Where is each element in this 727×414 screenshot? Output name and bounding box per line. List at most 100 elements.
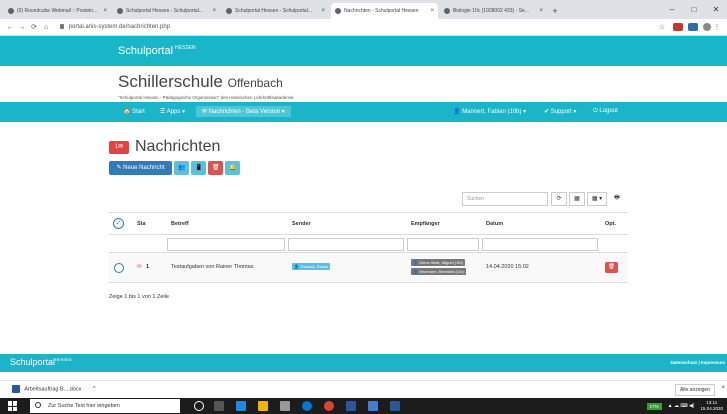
nav-apps[interactable]: ☰ Apps ▾ [160,108,185,115]
school-name: Schillerschule Offenbach [118,72,283,91]
download-bar: Arbeitsauftrag B....docx ^ Alle anzeigen… [0,380,727,398]
new-tab-button[interactable]: + [549,3,561,19]
filter-date-input[interactable] [482,238,598,251]
nav-start[interactable]: 🏠 Start [123,108,145,115]
table-search-input[interactable]: Suchen [462,192,548,206]
extension-icon[interactable] [688,23,698,31]
message-toolbar: ✎ Neue Nachricht 👥 📱 🗑 🔔 [109,161,242,175]
browser-tab-roundcube[interactable]: (0) Roundcube Webmail :: Postein... × [4,3,111,19]
print-button[interactable]: 🖶 [609,192,625,206]
recipient-label: 👤 Demo Walz, Miguel (10f) [411,259,465,266]
footer-logo[interactable]: SchulportalHESSEN [10,357,71,367]
portal-header: Schulportal HESSEN [0,36,727,66]
column-header-status[interactable]: Sta [137,221,146,227]
tab-close-icon[interactable]: × [539,8,543,14]
cortana-icon[interactable] [194,401,204,411]
mail-app-icon[interactable] [302,401,312,411]
word-icon[interactable] [346,401,356,411]
task-view-icon[interactable] [214,401,224,411]
close-window-icon[interactable]: ✕ [705,0,727,19]
search-icon [35,402,41,408]
tab-label: Biologie 10c (1028002 433) - Se... [453,8,529,14]
chevron-up-icon[interactable]: ^ [93,386,96,392]
columns-toggle-button[interactable]: ▦ [569,192,585,206]
minimize-icon[interactable]: – [661,0,683,19]
show-all-downloads-button[interactable]: Alle anzeigen [674,384,715,396]
row-date: 14.04.2020 15:02 [486,264,529,270]
store-icon[interactable] [280,401,290,411]
close-download-bar-icon[interactable]: × [721,385,725,391]
nav-logout[interactable]: ⏻ Logout [593,108,618,115]
file-explorer-icon[interactable] [258,401,268,411]
column-header-recipient[interactable]: Empfänger [411,221,440,227]
footer-links[interactable]: Datenschutz | Impressum [670,360,725,365]
browser-tab-nachrichten[interactable]: Nachrichten - Schulportal Hessen × [331,3,438,19]
nav-user-menu[interactable]: 👤 Mannert, Fabian (10b) ▾ [453,108,526,115]
nav-messages[interactable]: ✉ Nachrichten - Beta Version ▾ [196,106,291,117]
table-row[interactable]: ✉ 1 Testaufgaben von Rainer Thomas 👤 Tho… [109,253,628,283]
nav-support[interactable]: ✔ Support ▾ [544,108,576,115]
table-header-row: ✓ Sta Betreff Sender Empfänger Datum Opt… [109,213,628,235]
forward-icon[interactable]: → [16,24,28,31]
row-sender: 👤 Thomas, Rainer [292,263,331,270]
url-field[interactable]: portal.anis-system.de/nachrichten.php [60,23,656,30]
browser-tab-biologie[interactable]: Biologie 10c (1028002 433) - Se... × [440,3,547,19]
menu-kebab-icon[interactable]: ⋮ [711,23,723,31]
row-subject[interactable]: Testaufgaben von Rainer Thomas [171,264,253,270]
extension-icon[interactable] [673,23,683,31]
home-icon[interactable]: ⌂ [40,24,52,31]
site-footer: SchulportalHESSEN Datenschutz | Impressu… [0,354,727,372]
portal-logo[interactable]: Schulportal HESSEN [118,45,196,57]
browser-tab-schulportal-1[interactable]: Schulportal Hessen - Schulportal... × [113,3,220,19]
word-file-icon [12,385,20,393]
reload-icon[interactable]: ⟳ [28,23,40,31]
tab-label: Nachrichten - Schulportal Hessen [344,8,419,14]
tab-close-icon[interactable]: × [321,8,325,14]
notification-button[interactable]: 🔔 [225,161,240,175]
column-header-sender[interactable]: Sender [292,221,311,227]
back-icon[interactable]: ← [4,24,16,31]
filter-recipient-input[interactable] [407,238,479,251]
refresh-button[interactable]: ⟳ [551,192,567,206]
profile-avatar-icon[interactable] [703,23,711,31]
tab-close-icon[interactable]: × [212,8,216,14]
lock-icon [60,23,64,29]
row-delete-button[interactable]: 🗑 [605,262,618,273]
tab-close-icon[interactable]: × [103,8,107,14]
photos-icon[interactable] [368,401,378,411]
tab-favicon-icon [226,8,232,14]
chrome-icon[interactable] [324,401,334,411]
bookmark-star-icon[interactable]: ☆ [656,23,668,31]
export-dropdown-button[interactable]: ▦ ▾ [587,192,607,206]
row-recipients: 👤 Demo Walz, Miguel (10f) 👤 Neumann, Ben… [411,259,467,277]
taskbar-clock[interactable]: 13:11 15.04.2020 [700,400,723,412]
download-item[interactable]: Arbeitsauftrag B....docx ^ [12,385,96,393]
tab-favicon-icon [335,8,341,14]
delete-button[interactable]: 🗑 [208,161,223,175]
column-header-subject[interactable]: Betreff [171,221,189,227]
edge-icon[interactable] [236,401,246,411]
school-header: Schillerschule Offenbach "Schulportal He… [118,72,294,100]
tab-favicon-icon [8,8,14,14]
row-select-circle-icon[interactable] [114,263,124,273]
table-filter-row [109,235,628,253]
filter-subject-input[interactable] [167,238,285,251]
filter-sender-input[interactable] [288,238,404,251]
battery-indicator[interactable]: 17% [646,402,662,410]
browser-tab-bar: (0) Roundcube Webmail :: Postein... × Sc… [0,0,727,19]
tray-icons[interactable]: ▲ ☁ ⌨ ◀) [668,403,695,409]
mobile-button[interactable]: 📱 [191,161,206,175]
column-header-date[interactable]: Datum [486,221,503,227]
tab-favicon-icon [444,8,450,14]
windows-start-icon[interactable] [8,401,18,411]
taskbar-search-input[interactable]: Zur Suche Text hier eingeben [30,399,180,413]
status-count: 1 [146,264,150,270]
maximize-icon[interactable]: □ [683,0,705,19]
tab-close-icon[interactable]: × [430,8,434,14]
system-tray: 17% ▲ ☁ ⌨ ◀) 13:11 15.04.2020 [646,400,723,412]
new-message-button[interactable]: ✎ Neue Nachricht [109,161,172,175]
group-button[interactable]: 👥 [174,161,189,175]
browser-tab-schulportal-2[interactable]: Schulportal Hessen - Schulportal... × [222,3,329,19]
select-all-check-icon[interactable]: ✓ [113,218,124,229]
word-document-icon[interactable] [390,401,400,411]
